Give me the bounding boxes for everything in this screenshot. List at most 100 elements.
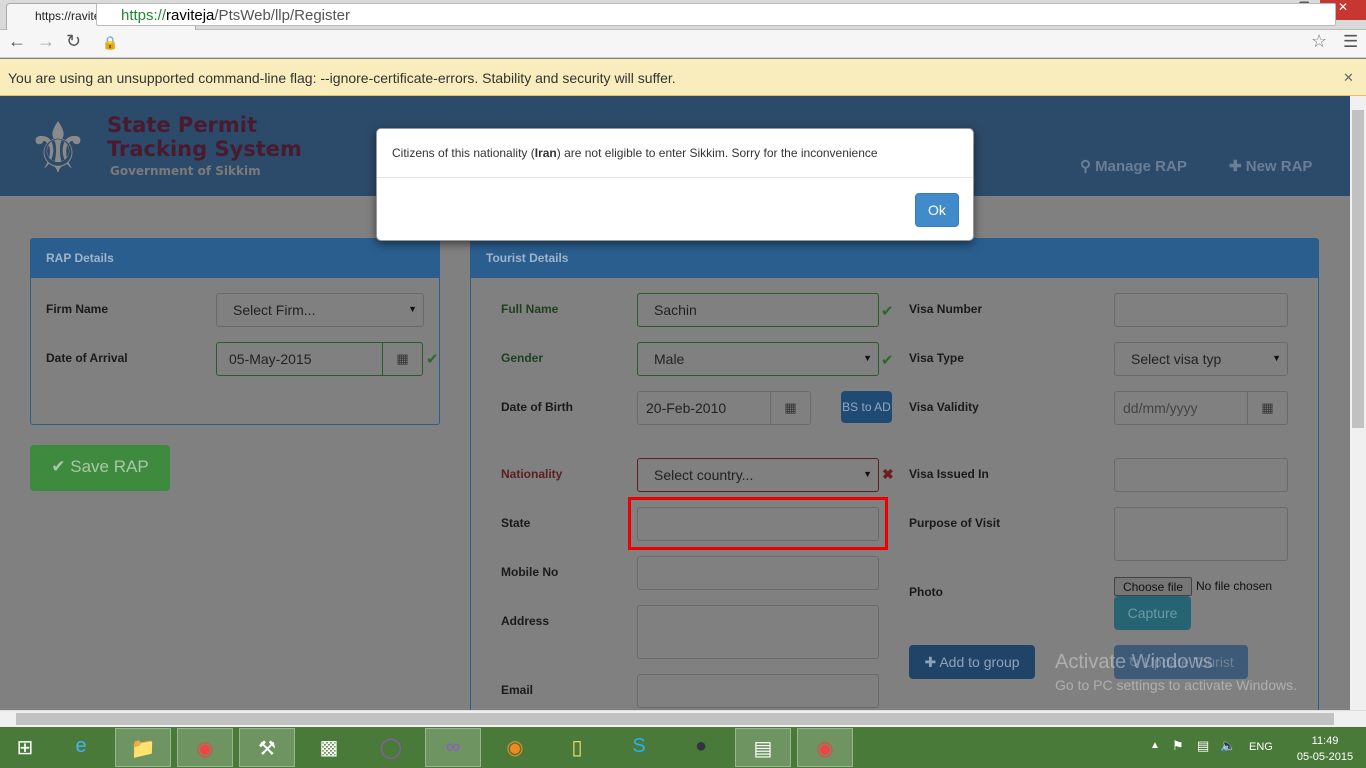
calendar-icon[interactable]: ▦ [382, 343, 422, 375]
gender-select[interactable]: Male ▼ [637, 342, 879, 376]
nav-manage-rap[interactable]: ⚲ Manage RAP [1080, 157, 1187, 175]
modal-message: Citizens of this nationality (Iran) are … [377, 129, 973, 178]
dob-label: Date of Birth [501, 400, 573, 414]
visa-issued-label: Visa Issued In [909, 467, 989, 481]
purpose-textarea[interactable] [1114, 507, 1288, 561]
tray-expand-icon[interactable]: ▲ [1150, 740, 1160, 751]
check-icon: ✔ [426, 351, 439, 368]
sticky-notes-icon[interactable]: ▯ [549, 728, 605, 767]
address-textarea[interactable] [637, 605, 879, 659]
visa-number-input[interactable] [1114, 293, 1288, 327]
server-icon[interactable]: ▩ [301, 728, 357, 767]
activation-watermark-title: Activate Windows [1055, 651, 1213, 673]
vertical-scroll-thumb[interactable] [1352, 110, 1364, 428]
arrival-date-label: Date of Arrival [46, 351, 128, 365]
address-bar[interactable]: https://raviteja/PtsWeb/llp/Register [96, 3, 1336, 26]
chevron-down-icon: ▼ [408, 304, 417, 314]
url-path: /PtsWeb/llp/Register [214, 7, 350, 24]
visa-type-select[interactable]: Select visa typ ▼ [1114, 342, 1288, 376]
chrome-icon[interactable]: ◉ [177, 728, 233, 767]
alert-modal: Citizens of this nationality (Iran) are … [376, 128, 974, 241]
check-icon: ✔ [51, 457, 66, 476]
purpose-label: Purpose of Visit [909, 516, 1001, 530]
gender-label: Gender [501, 351, 544, 365]
site-subtitle: Government of Sikkim [110, 164, 261, 178]
internet-explorer-icon[interactable]: e [53, 728, 109, 767]
nationality-label: Nationality [501, 467, 563, 481]
search-icon: ⚲ [1080, 158, 1091, 175]
skype-icon[interactable]: S [611, 728, 667, 767]
menu-icon[interactable]: ☰ [1343, 32, 1358, 52]
language-indicator[interactable]: ENG [1249, 741, 1273, 753]
activation-watermark-text: Go to PC settings to activate Windows. [1055, 677, 1297, 693]
reload-icon[interactable]: ↻ [66, 31, 81, 52]
chevron-down-icon: ▼ [863, 353, 872, 363]
chrome-active-icon[interactable]: ◉ [797, 728, 853, 767]
lock-icon: 🔒 [102, 35, 119, 50]
full-name-label: Full Name [501, 302, 559, 316]
arrival-date-input[interactable]: 05-May-2015 ▦ [216, 342, 423, 376]
mobile-label: Mobile No [501, 565, 559, 579]
windows-start-icon[interactable]: ⊞ [0, 728, 50, 767]
star-icon[interactable]: ☆ [1311, 31, 1327, 52]
mobile-input[interactable] [637, 556, 879, 590]
visa-validity-label: Visa Validity [909, 400, 979, 414]
choose-file-button[interactable]: Choose file [1114, 577, 1192, 596]
url-scheme: https:// [121, 7, 167, 24]
full-name-input[interactable]: Sachin [637, 293, 879, 327]
check-icon: ✔ [881, 352, 894, 369]
panel-title: Tourist Details [471, 239, 1318, 278]
firm-select[interactable]: Select Firm... ▼ [216, 293, 424, 327]
error-x-icon: ✖ [882, 466, 894, 482]
clock[interactable]: 11:49 05-05-2015 [1290, 733, 1360, 765]
eclipse-ide-icon[interactable]: ● [673, 728, 729, 767]
visual-studio-icon[interactable]: ∞ [425, 728, 481, 767]
firefox-icon[interactable]: ◉ [487, 728, 543, 767]
visa-issued-input[interactable] [1114, 458, 1288, 492]
capture-button[interactable]: Capture [1114, 596, 1191, 630]
horizontal-scroll-thumb[interactable] [16, 713, 1334, 725]
nav-new-rap[interactable]: ✚ New RAP [1229, 157, 1312, 175]
firm-name-label: Firm Name [46, 302, 109, 316]
plus-icon: ✚ [1229, 158, 1242, 175]
chevron-down-icon: ▼ [1272, 353, 1281, 363]
email-label: Email [501, 683, 534, 697]
browser-toolbar [0, 30, 1366, 58]
infobar-text: You are using an unsupported command-lin… [8, 70, 676, 86]
network-icon[interactable]: ▤ [1197, 738, 1209, 754]
state-label: State [501, 516, 531, 530]
panel-title: RAP Details [31, 239, 439, 278]
save-rap-button[interactable]: ✔ Save RAP [30, 445, 170, 491]
visa-type-label: Visa Type [909, 351, 964, 365]
tools-icon[interactable]: ⚒ [239, 728, 295, 767]
dob-input[interactable]: 20-Feb-2010 ▦ [637, 391, 811, 425]
ok-button[interactable]: Ok [915, 193, 959, 227]
nationality-select[interactable]: Select country... ▼ [637, 458, 879, 492]
volume-icon[interactable]: 🔈 [1220, 738, 1236, 754]
address-label: Address [501, 614, 550, 628]
eclipse-icon[interactable]: ◯ [363, 728, 419, 767]
document-icon[interactable]: ▤ [735, 728, 791, 767]
sikkim-emblem-logo: ⚜ [26, 109, 90, 187]
country-name: Iran [534, 146, 557, 160]
bs-to-ad-button[interactable]: BS to AD [841, 391, 892, 423]
rap-details-panel: RAP Details [30, 238, 440, 425]
no-file-text: No file chosen [1196, 579, 1273, 593]
email-input[interactable] [637, 674, 879, 708]
calendar-icon[interactable]: ▦ [1247, 392, 1287, 424]
photo-label: Photo [909, 585, 943, 599]
forward-icon[interactable]: → [37, 31, 55, 52]
add-to-group-button[interactable]: ✚ Add to group [909, 645, 1035, 679]
file-explorer-icon[interactable]: 📁 [115, 728, 171, 767]
flag-icon[interactable]: ⚑ [1172, 738, 1184, 754]
check-icon: ✔ [881, 303, 894, 320]
chevron-down-icon: ▼ [863, 469, 872, 479]
highlight-box [628, 497, 888, 550]
visa-validity-input[interactable]: dd/mm/yyyy ▦ [1114, 391, 1288, 425]
visa-number-label: Visa Number [909, 302, 983, 316]
calendar-icon[interactable]: ▦ [770, 392, 810, 424]
url-host: raviteja [166, 7, 215, 24]
close-infobar-icon[interactable]: ✕ [1343, 70, 1354, 86]
plus-icon: ✚ [924, 654, 937, 670]
back-icon[interactable]: ← [8, 31, 26, 52]
